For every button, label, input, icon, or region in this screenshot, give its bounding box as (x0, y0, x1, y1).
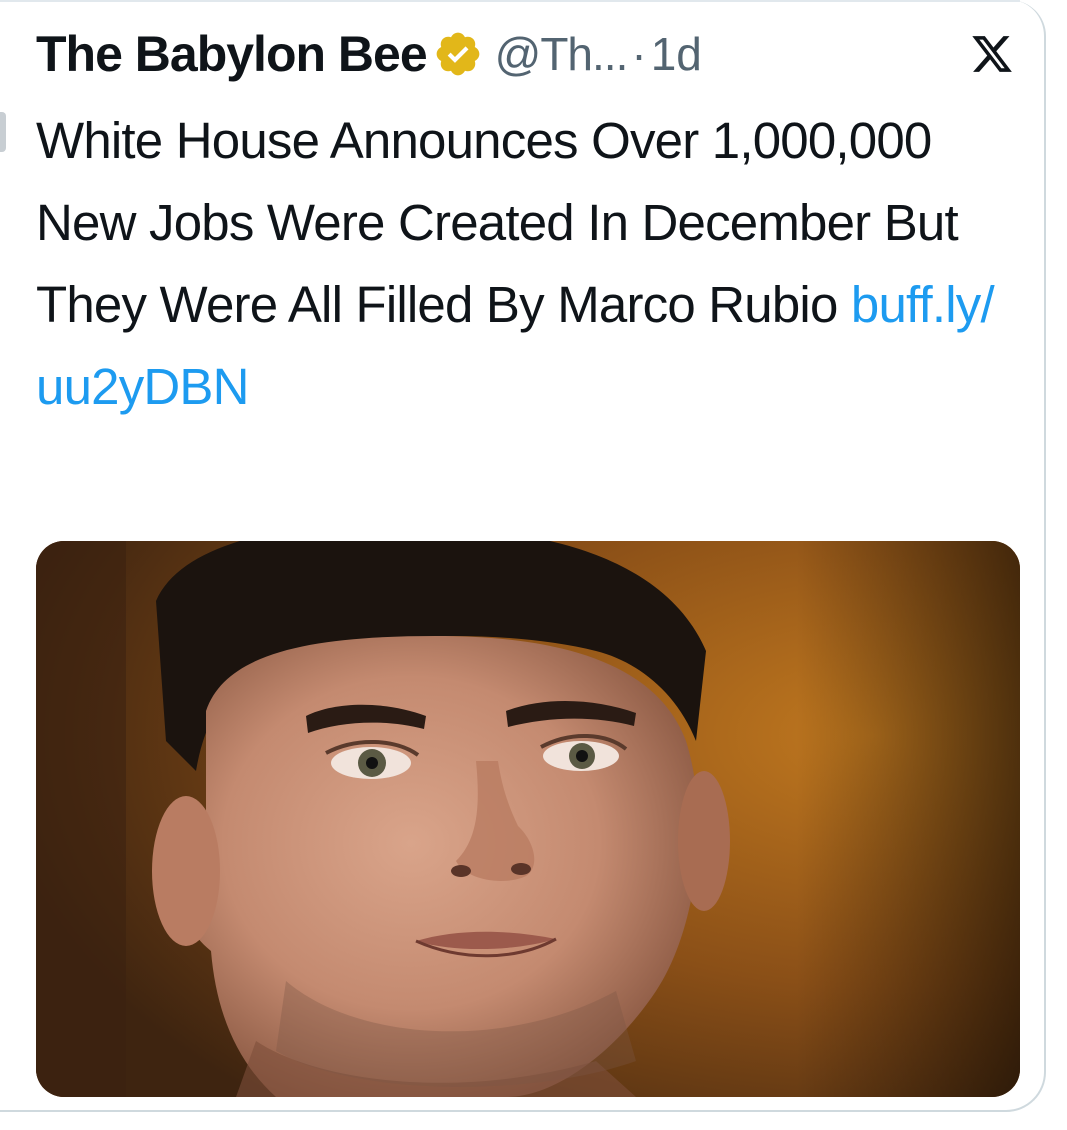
tweet-header: The Babylon Bee @Th... · 1d (36, 18, 1026, 90)
tweet-link-part2: uu2yDBN (36, 358, 249, 415)
tweet-text: White House Announces Over 1,000,000 New… (36, 100, 1026, 428)
card-divider (0, 0, 1020, 2)
verified-badge-icon (436, 32, 479, 76)
tweet-body: White House Announces Over 1,000,000 New… (36, 112, 959, 333)
tweet-embed-page: The Babylon Bee @Th... · 1d White House … (0, 0, 1067, 1130)
tweet-link-part1: buff.ly/ (850, 276, 995, 333)
header-separator: · (631, 28, 647, 80)
tweet-media-image[interactable] (36, 541, 1020, 1097)
portrait-photo (36, 541, 1020, 1097)
tweet-timestamp[interactable]: 1d (651, 27, 702, 81)
x-logo-icon[interactable] (970, 32, 1014, 76)
author-name[interactable]: The Babylon Bee (36, 25, 428, 83)
author-handle[interactable]: @Th... (495, 27, 629, 81)
thread-line-marker (0, 112, 6, 152)
